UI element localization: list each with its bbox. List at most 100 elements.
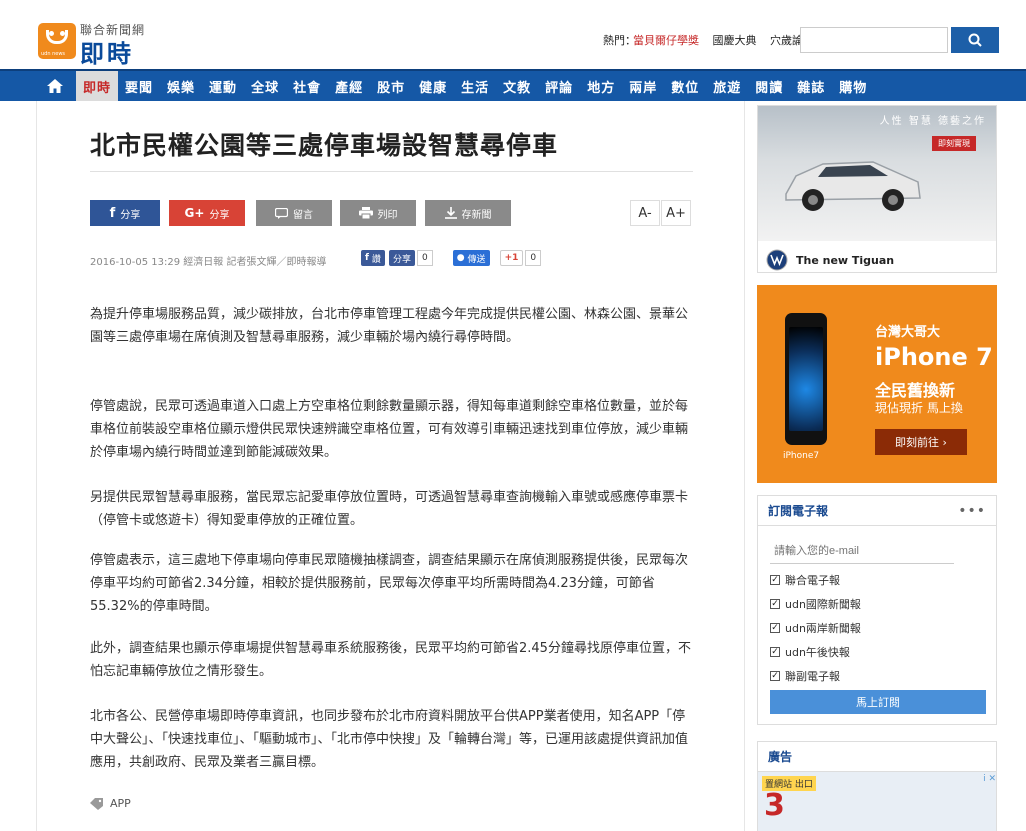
google-share-label: 分享 xyxy=(209,209,230,221)
iphone-image xyxy=(785,313,827,445)
ad-box-header: 廣告 xyxy=(758,742,996,772)
column-divider xyxy=(744,101,745,831)
article-paragraph: 此外，調查結果也顯示停車場提供智慧尋車系統服務後，民眾平均約可節省2.45分鐘尋… xyxy=(90,641,691,679)
facebook-like-button[interactable]: f 讚 xyxy=(361,250,385,266)
hot-link[interactable]: 國慶大典 xyxy=(713,34,757,47)
nav-item[interactable]: 兩岸 xyxy=(622,71,664,101)
nav-item[interactable]: 健康 xyxy=(412,71,454,101)
nav-item[interactable]: 旅遊 xyxy=(706,71,748,101)
comment-icon xyxy=(275,207,288,219)
search-button[interactable] xyxy=(951,27,999,53)
newsletter-option[interactable]: ✓ udn國際新聞報 xyxy=(770,596,861,612)
nav-item[interactable]: 數位 xyxy=(664,71,706,101)
iphone-ad-button[interactable]: 即刻前往 › xyxy=(875,429,967,455)
more-icon[interactable]: ••• xyxy=(958,503,986,519)
newsletter-option-label: 聯合電子報 xyxy=(785,574,840,587)
newsletter-option-label: 聯副電子報 xyxy=(785,670,840,683)
gplus-count: 0 xyxy=(525,250,542,266)
hot-links: 當貝爾仔學獎 國慶大典 穴歲論 xyxy=(633,32,813,48)
facebook-icon: f xyxy=(109,205,116,221)
messenger-send-button[interactable]: ● 傳送 xyxy=(452,250,490,266)
vw-ad-banner[interactable]: 人性 智慧 德藝之作 即刻實現 The new Tiguan xyxy=(757,105,997,273)
newsletter-option[interactable]: ✓ udn兩岸新聞報 xyxy=(770,620,861,636)
article-paragraph: 停管處說，民眾可透過車道入口處上方空車格位剩餘數量顯示器，得知每車道剩餘空車格位… xyxy=(90,399,689,460)
iphone-ad-subtitle: 全民舊換新 xyxy=(875,381,956,400)
checkbox-checked-icon[interactable]: ✓ xyxy=(770,647,780,657)
brand-title[interactable]: 即時 xyxy=(80,34,134,69)
article-tag[interactable]: APP xyxy=(90,797,131,810)
newsletter-option[interactable]: ✓ 聯副電子報 xyxy=(770,668,840,684)
iphone-screen xyxy=(789,327,823,431)
gplus-one-button[interactable]: +1 xyxy=(499,250,524,266)
logo-smile-icon xyxy=(46,30,68,44)
nav-item[interactable]: 雜誌 xyxy=(790,71,832,101)
vw-ad-cta[interactable]: 即刻實現 xyxy=(932,136,976,151)
nav-item-instant[interactable]: 即時 xyxy=(76,71,119,101)
iphone-ad-text: 現佔現折 馬上換 xyxy=(875,401,963,415)
article-paragraph: 另提供民眾智慧尋車服務，當民眾忘記愛車停放位置時，可透過智慧尋車查詢機輸入車號或… xyxy=(90,490,689,528)
nav-item[interactable]: 股市 xyxy=(370,71,412,101)
ad-info-close-icon[interactable]: i ✕ xyxy=(983,774,996,784)
share-count: 0 xyxy=(416,250,433,266)
ad-box-title: 廣告 xyxy=(768,750,793,764)
messenger-icon: ● xyxy=(456,253,465,263)
checkbox-checked-icon[interactable]: ✓ xyxy=(770,599,780,609)
save-news-button[interactable]: 存新聞 xyxy=(425,200,511,226)
newsletter-option[interactable]: ✓ udn午後快報 xyxy=(770,644,850,660)
social-mini-row: f 讚 分享 0 ● 傳送 +1 0 xyxy=(361,250,542,266)
nav-item[interactable]: 娛樂 xyxy=(160,71,202,101)
iphone-ad-title: iPhone 7 xyxy=(875,343,993,371)
logo-mini-text: udn news xyxy=(41,51,66,57)
hot-link[interactable]: 穴歲論 xyxy=(770,34,803,47)
comment-label: 留言 xyxy=(293,209,313,221)
nav-item[interactable]: 地方 xyxy=(580,71,622,101)
tag-label: APP xyxy=(110,797,131,810)
nav-item[interactable]: 閱讀 xyxy=(748,71,790,101)
nav-item[interactable]: 全球 xyxy=(244,71,286,101)
search-input[interactable] xyxy=(800,27,948,53)
vw-ad-image: 人性 智慧 德藝之作 即刻實現 xyxy=(758,106,996,241)
facebook-like-label: 讚 xyxy=(371,254,381,265)
vw-ad-tagline: 人性 智慧 德藝之作 xyxy=(879,116,986,127)
ad-box-image[interactable]: 置網站 出口 3 i ✕ xyxy=(758,772,996,831)
facebook-icon: f xyxy=(365,253,369,263)
nav-item[interactable]: 社會 xyxy=(286,71,328,101)
facebook-mini-share-button[interactable]: 分享 xyxy=(388,250,415,266)
comment-button[interactable]: 留言 xyxy=(256,200,332,226)
google-share-button[interactable]: G+ 分享 xyxy=(169,200,245,226)
home-button[interactable] xyxy=(34,71,76,101)
subscribe-button[interactable]: 馬上訂閱 xyxy=(770,690,986,714)
font-increase-button[interactable]: A+ xyxy=(661,200,691,226)
google-plus-icon: G+ xyxy=(184,206,205,220)
search-icon xyxy=(968,33,982,47)
facebook-share-button[interactable]: f 分享 xyxy=(90,200,160,226)
iphone-ad-banner[interactable]: 台灣大哥大 iPhone 7 全民舊換新 現佔現折 馬上換 即刻前往 › iPh… xyxy=(757,285,997,483)
nav-item[interactable]: 文教 xyxy=(496,71,538,101)
checkbox-checked-icon[interactable]: ✓ xyxy=(770,575,780,585)
article-paragraph: 北市各公、民營停車場即時停車資訊，也同步發布於北市府資料開放平台供APP業者使用… xyxy=(90,709,689,770)
newsletter-option-label: udn國際新聞報 xyxy=(785,598,861,611)
ad-box-number: 3 xyxy=(764,788,785,823)
newsletter-title: 訂閱電子報 xyxy=(768,504,829,518)
printer-icon xyxy=(358,207,373,219)
nav-item[interactable]: 評論 xyxy=(538,71,580,101)
udn-logo[interactable]: udn news xyxy=(38,23,76,59)
column-divider xyxy=(36,101,37,831)
newsletter-header: 訂閱電子報 ••• xyxy=(758,496,996,526)
hot-link[interactable]: 當貝爾仔學獎 xyxy=(633,34,699,47)
nav-item[interactable]: 購物 xyxy=(832,71,874,101)
nav-item[interactable]: 產經 xyxy=(328,71,370,101)
print-button[interactable]: 列印 xyxy=(340,200,416,226)
messenger-label: 傳送 xyxy=(467,254,486,265)
nav-item[interactable]: 運動 xyxy=(202,71,244,101)
nav-item[interactable]: 要聞 xyxy=(118,71,160,101)
checkbox-checked-icon[interactable]: ✓ xyxy=(770,671,780,681)
checkbox-checked-icon[interactable]: ✓ xyxy=(770,623,780,633)
save-news-label: 存新聞 xyxy=(461,209,492,221)
main-nav: 即時 要聞 娛樂 運動 全球 社會 產經 股市 健康 生活 文教 評論 地方 兩… xyxy=(0,69,1026,101)
newsletter-option[interactable]: ✓ 聯合電子報 xyxy=(770,572,840,588)
font-decrease-button[interactable]: A- xyxy=(630,200,660,226)
email-field[interactable] xyxy=(770,538,954,564)
facebook-share-label: 分享 xyxy=(120,209,141,221)
nav-item[interactable]: 生活 xyxy=(454,71,496,101)
